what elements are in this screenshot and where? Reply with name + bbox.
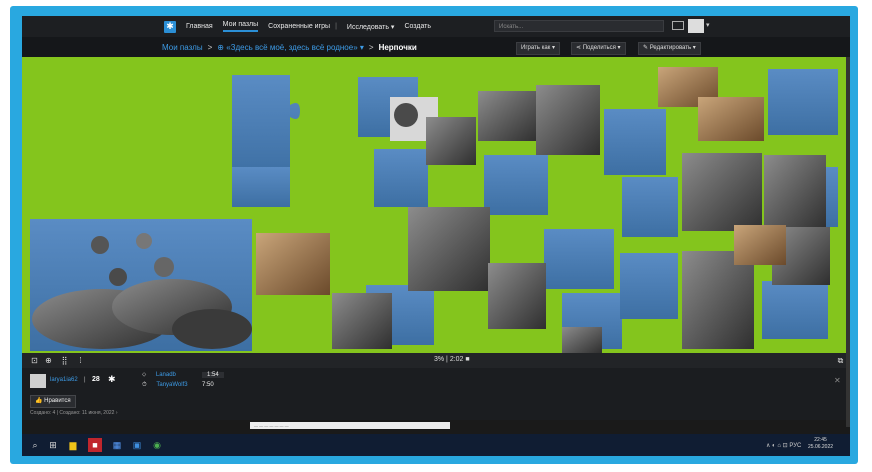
nav-explore[interactable]: Исследовать ▾ — [347, 23, 395, 31]
created-info: Создано: 4 | Создано: 11 июня, 2022 › — [30, 410, 118, 416]
top-nav: ✱ Главная Мои пазлы Сохраненные игры | И… — [22, 16, 850, 37]
username-link[interactable]: larya1ia62 — [50, 377, 78, 383]
share-button[interactable]: ⋖ Поделиться ▾ — [571, 42, 626, 55]
clock[interactable]: 22:45 25.06.2022 — [808, 437, 833, 451]
screen: ✱ Главная Мои пазлы Сохраненные игры | И… — [22, 16, 850, 456]
vertical-scrollbar[interactable] — [846, 57, 850, 427]
menu-icon[interactable]: ⁞ — [76, 356, 85, 365]
user-avatar[interactable] — [30, 374, 46, 388]
leader-row: ⬦ Lanadb 1:54 — [142, 372, 224, 379]
app-icon[interactable]: ■ — [88, 438, 102, 452]
app-icon[interactable]: ▦ — [110, 438, 124, 452]
close-icon[interactable]: ✕ — [834, 376, 841, 385]
search-input[interactable]: Искать... — [494, 20, 664, 32]
progress-time: 3% | 2:02 ■ — [434, 356, 470, 363]
breadcrumb-my-puzzles[interactable]: Мои пазлы — [162, 43, 203, 52]
preview-toggle-icon[interactable]: ⊡ — [30, 356, 39, 365]
leader-row: ⏱ TanyaWolf3 7:50 — [142, 382, 214, 389]
chevron-down-icon[interactable]: ▾ — [706, 21, 710, 29]
puzzle-piece — [232, 75, 300, 177]
breadcrumb: Мои пазлы > ⊕ «Здесь всё моё, здесь всё … — [22, 37, 850, 57]
like-button[interactable]: 👍 Нравится — [30, 395, 76, 408]
nav-home[interactable]: Главная — [186, 23, 213, 30]
target-icon[interactable]: ⊕ — [44, 356, 53, 365]
app-icon[interactable]: ▣ — [130, 438, 144, 452]
badge-icon: ✱ — [108, 374, 116, 384]
leader-name[interactable]: Lanadb — [156, 372, 176, 378]
horizontal-strip: — — — — — — — — [250, 422, 450, 429]
nav-create[interactable]: Создать — [404, 23, 431, 30]
puzzle-info: larya1ia62 | 28 ✱ ⬦ Lanadb 1:54 ⏱ TanyaW… — [22, 368, 850, 420]
rank-icon: ⬦ — [142, 372, 147, 378]
nav-saved-games[interactable]: Сохраненные игры — [268, 23, 330, 30]
grid-icon[interactable]: ⣿ — [60, 356, 69, 365]
site-logo-icon[interactable]: ✱ — [164, 20, 176, 33]
leader-time: 1:54 — [202, 372, 224, 378]
browser-icon[interactable]: ◉ — [150, 438, 164, 452]
control-bar: ⊡ ⊕ ⣿ ⁞ 3% | 2:02 ■ ⧉ — [22, 353, 850, 368]
task-view-icon[interactable]: ⊞ — [46, 438, 60, 452]
leader-time: 7:50 — [202, 382, 214, 388]
explorer-icon[interactable]: ▆ — [66, 438, 80, 452]
nav-my-puzzles[interactable]: Мои пазлы — [222, 21, 259, 32]
leader-name[interactable]: TanyaWolf3 — [156, 382, 187, 388]
edit-button[interactable]: ✎ Редактировать ▾ — [638, 42, 701, 55]
taskbar: ⌕ ⊞ ▆ ■ ▦ ▣ ◉ ∧ ◐ ⌂ ⊡ РУС 22:45 25.06.20… — [22, 434, 850, 456]
fullscreen-icon[interactable]: ⧉ — [836, 356, 845, 365]
preview-image[interactable] — [30, 219, 252, 351]
puzzle-pieces — [30, 67, 838, 353]
search-icon[interactable]: ⌕ — [28, 438, 42, 452]
page-title: Нерпочки — [378, 42, 417, 52]
user-score: 28 — [92, 376, 100, 383]
mail-icon[interactable] — [672, 21, 684, 30]
avatar[interactable] — [688, 19, 704, 33]
play-as-button[interactable]: Играть как ▾ — [516, 42, 560, 55]
timer-icon: ⏱ — [142, 382, 147, 388]
breadcrumb-folder[interactable]: ⊕ «Здесь всё моё, здесь всё родное» ▾ — [217, 43, 364, 52]
puzzle-board[interactable] — [22, 57, 850, 353]
system-tray[interactable]: ∧ ◐ ⌂ ⊡ РУС — [766, 442, 801, 449]
